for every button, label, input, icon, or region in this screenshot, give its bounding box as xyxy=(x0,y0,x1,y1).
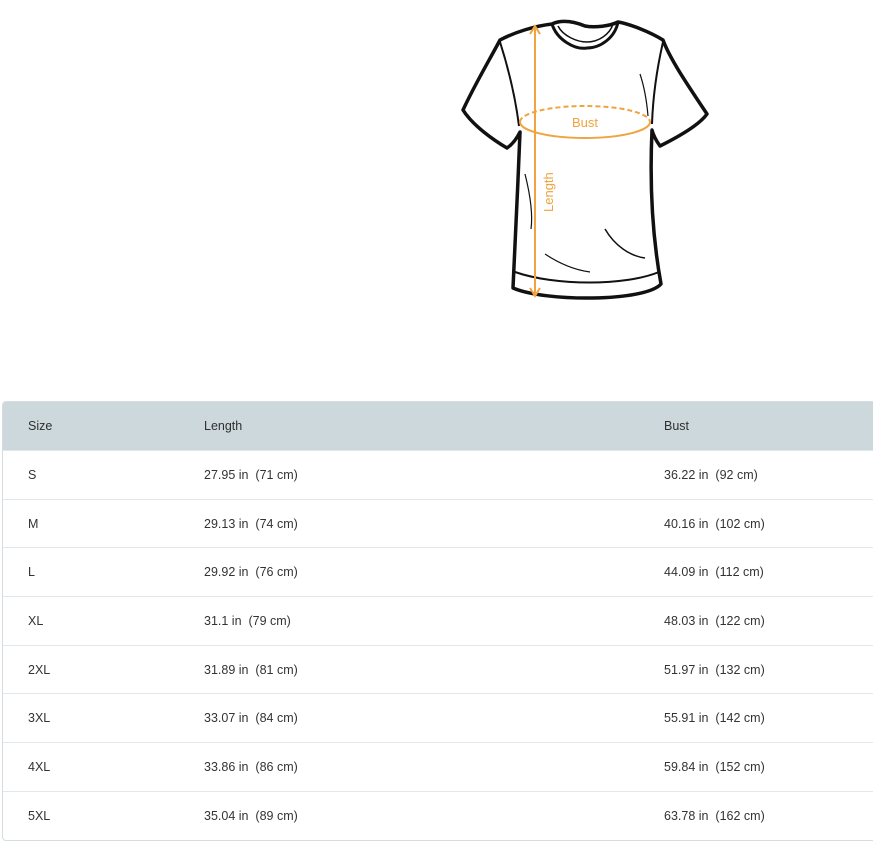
bust-cell: 59.84 in (152 cm) xyxy=(664,759,765,774)
table-row: 5XL 35.04 in (89 cm) 63.78 in (162 cm) xyxy=(3,790,873,840)
length-cell: 31.89 in (81 cm) xyxy=(204,662,298,677)
bust-cell: 55.91 in (142 cm) xyxy=(664,711,765,726)
table-row: 2XL 31.89 in (81 cm) 51.97 in (132 cm) xyxy=(3,644,873,694)
length-label: Length xyxy=(541,172,556,212)
bust-cell: 36.22 in (92 cm) xyxy=(664,467,758,482)
length-cell: 31.1 in (79 cm) xyxy=(204,613,291,628)
size-chart-table: Size Length Bust S 27.95 in (71 cm) 36.2… xyxy=(2,401,873,841)
tshirt-icon: Bust Length xyxy=(461,19,709,300)
tshirt-measurement-diagram: Bust Length xyxy=(455,14,715,306)
table-row: L 29.92 in (76 cm) 44.09 in (112 cm) xyxy=(3,547,873,596)
table-row: S 27.95 in (71 cm) 36.22 in (92 cm) xyxy=(3,450,873,499)
length-cell: 29.92 in (76 cm) xyxy=(204,565,298,580)
table-row: M 29.13 in (74 cm) 40.16 in (102 cm) xyxy=(3,498,873,548)
column-header-length: Length xyxy=(204,419,243,433)
table-header-row: Size Length Bust xyxy=(3,402,873,450)
size-cell: 3XL xyxy=(28,711,51,726)
length-cell: 35.04 in (89 cm) xyxy=(204,808,298,823)
column-header-bust: Bust xyxy=(664,419,690,433)
table-row: 3XL 33.07 in (84 cm) 55.91 in (142 cm) xyxy=(3,693,873,742)
bust-label: Bust xyxy=(572,115,598,130)
column-header-size: Size xyxy=(28,419,53,433)
bust-cell: 63.78 in (162 cm) xyxy=(664,808,765,823)
size-cell: L xyxy=(28,565,35,580)
length-cell: 33.07 in (84 cm) xyxy=(204,711,298,726)
length-cell: 27.95 in (71 cm) xyxy=(204,467,298,482)
bust-cell: 40.16 in (102 cm) xyxy=(664,516,765,531)
size-cell: M xyxy=(28,516,39,531)
bust-cell: 51.97 in (132 cm) xyxy=(664,662,765,677)
size-cell: 4XL xyxy=(28,759,51,774)
size-cell: 5XL xyxy=(28,808,51,823)
size-cell: S xyxy=(28,467,37,482)
table-row: 4XL 33.86 in (86 cm) 59.84 in (152 cm) xyxy=(3,742,873,791)
table-row: XL 31.1 in (79 cm) 48.03 in (122 cm) xyxy=(3,596,873,645)
length-cell: 33.86 in (86 cm) xyxy=(204,759,298,774)
bust-cell: 48.03 in (122 cm) xyxy=(664,613,765,628)
length-cell: 29.13 in (74 cm) xyxy=(204,516,298,531)
size-cell: 2XL xyxy=(28,662,51,677)
size-cell: XL xyxy=(28,613,44,628)
bust-cell: 44.09 in (112 cm) xyxy=(664,565,764,580)
